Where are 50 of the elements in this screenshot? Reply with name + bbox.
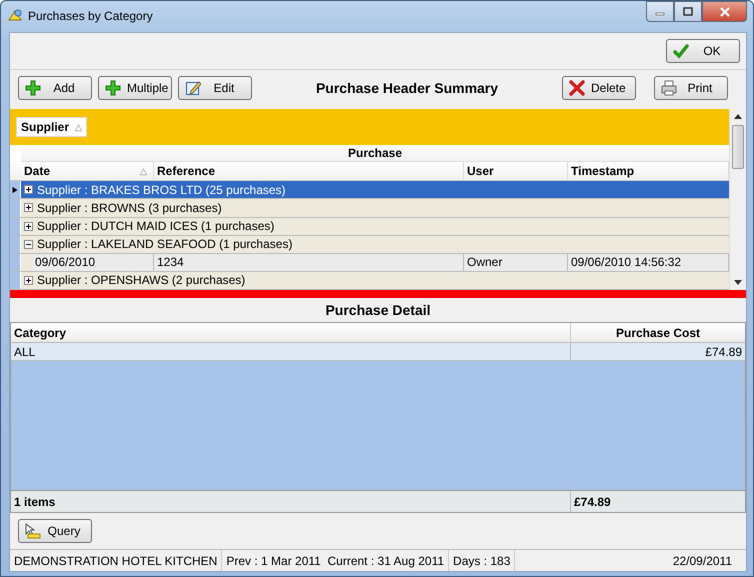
plus-icon bbox=[105, 80, 121, 96]
multiple-button[interactable]: Multiple bbox=[98, 76, 172, 100]
row-indicator[interactable] bbox=[10, 181, 21, 198]
section-title: Purchase Detail bbox=[324, 301, 432, 320]
section-title: Purchase Header Summary bbox=[314, 80, 500, 96]
table-cell: £74.89 bbox=[570, 343, 745, 360]
table-cell: 09/06/2010 14:56:32 bbox=[568, 254, 729, 271]
maximize-icon bbox=[683, 7, 693, 16]
table-cell: Owner bbox=[464, 254, 568, 271]
group-row[interactable]: Supplier : BRAKES BROS LTD (25 purchases) bbox=[21, 181, 729, 198]
collapse-icon[interactable] bbox=[24, 240, 33, 249]
query-icon bbox=[25, 523, 41, 539]
group-chip[interactable]: Supplier △ bbox=[16, 117, 88, 137]
column-header[interactable]: Purchase Cost bbox=[570, 323, 745, 342]
scroll-thumb[interactable] bbox=[732, 125, 744, 169]
edit-button[interactable]: Edit bbox=[178, 76, 252, 100]
scrollbar[interactable] bbox=[729, 109, 746, 290]
print-button[interactable]: Print bbox=[654, 76, 728, 100]
edit-icon bbox=[185, 80, 201, 96]
row-pointer-icon bbox=[10, 184, 20, 195]
column-header[interactable]: Reference bbox=[154, 162, 464, 180]
add-button[interactable]: Add bbox=[18, 76, 92, 100]
check-icon bbox=[673, 43, 689, 59]
expand-icon[interactable] bbox=[24, 276, 33, 285]
expand-icon[interactable] bbox=[24, 222, 33, 231]
delete-button[interactable]: Delete bbox=[562, 76, 636, 100]
status-text: Days : 183 bbox=[449, 550, 516, 571]
status-text: 22/09/2011 bbox=[672, 552, 733, 570]
minimize-button[interactable] bbox=[646, 1, 674, 22]
table-cell-text: ALL bbox=[13, 344, 36, 360]
band-header: Purchase bbox=[21, 145, 729, 162]
column-header[interactable]: Category bbox=[11, 323, 570, 342]
column-header[interactable]: Date △ bbox=[21, 162, 154, 180]
column-header[interactable]: User bbox=[464, 162, 568, 180]
summary-cell: £74.89 bbox=[570, 491, 745, 512]
status-text: DEMONSTRATION HOTEL KITCHEN bbox=[10, 550, 222, 571]
expand-icon[interactable] bbox=[24, 203, 33, 212]
close-icon bbox=[718, 6, 730, 16]
plus-icon bbox=[25, 80, 41, 96]
table-cell: 1234 bbox=[154, 254, 464, 271]
status-text: Prev : 1 Mar 2011 Current : 31 Aug 2011 bbox=[222, 550, 450, 571]
query-button[interactable]: Query bbox=[18, 519, 92, 543]
ok-button[interactable]: OK bbox=[666, 39, 740, 63]
close-button[interactable] bbox=[702, 1, 747, 22]
maximize-button[interactable] bbox=[674, 1, 702, 22]
cross-icon bbox=[569, 80, 585, 96]
summary-cell-text: 1 items bbox=[13, 494, 56, 510]
expand-icon[interactable] bbox=[24, 185, 33, 194]
window-title: Purchases by Category bbox=[28, 9, 154, 23]
printer-icon bbox=[661, 80, 677, 96]
